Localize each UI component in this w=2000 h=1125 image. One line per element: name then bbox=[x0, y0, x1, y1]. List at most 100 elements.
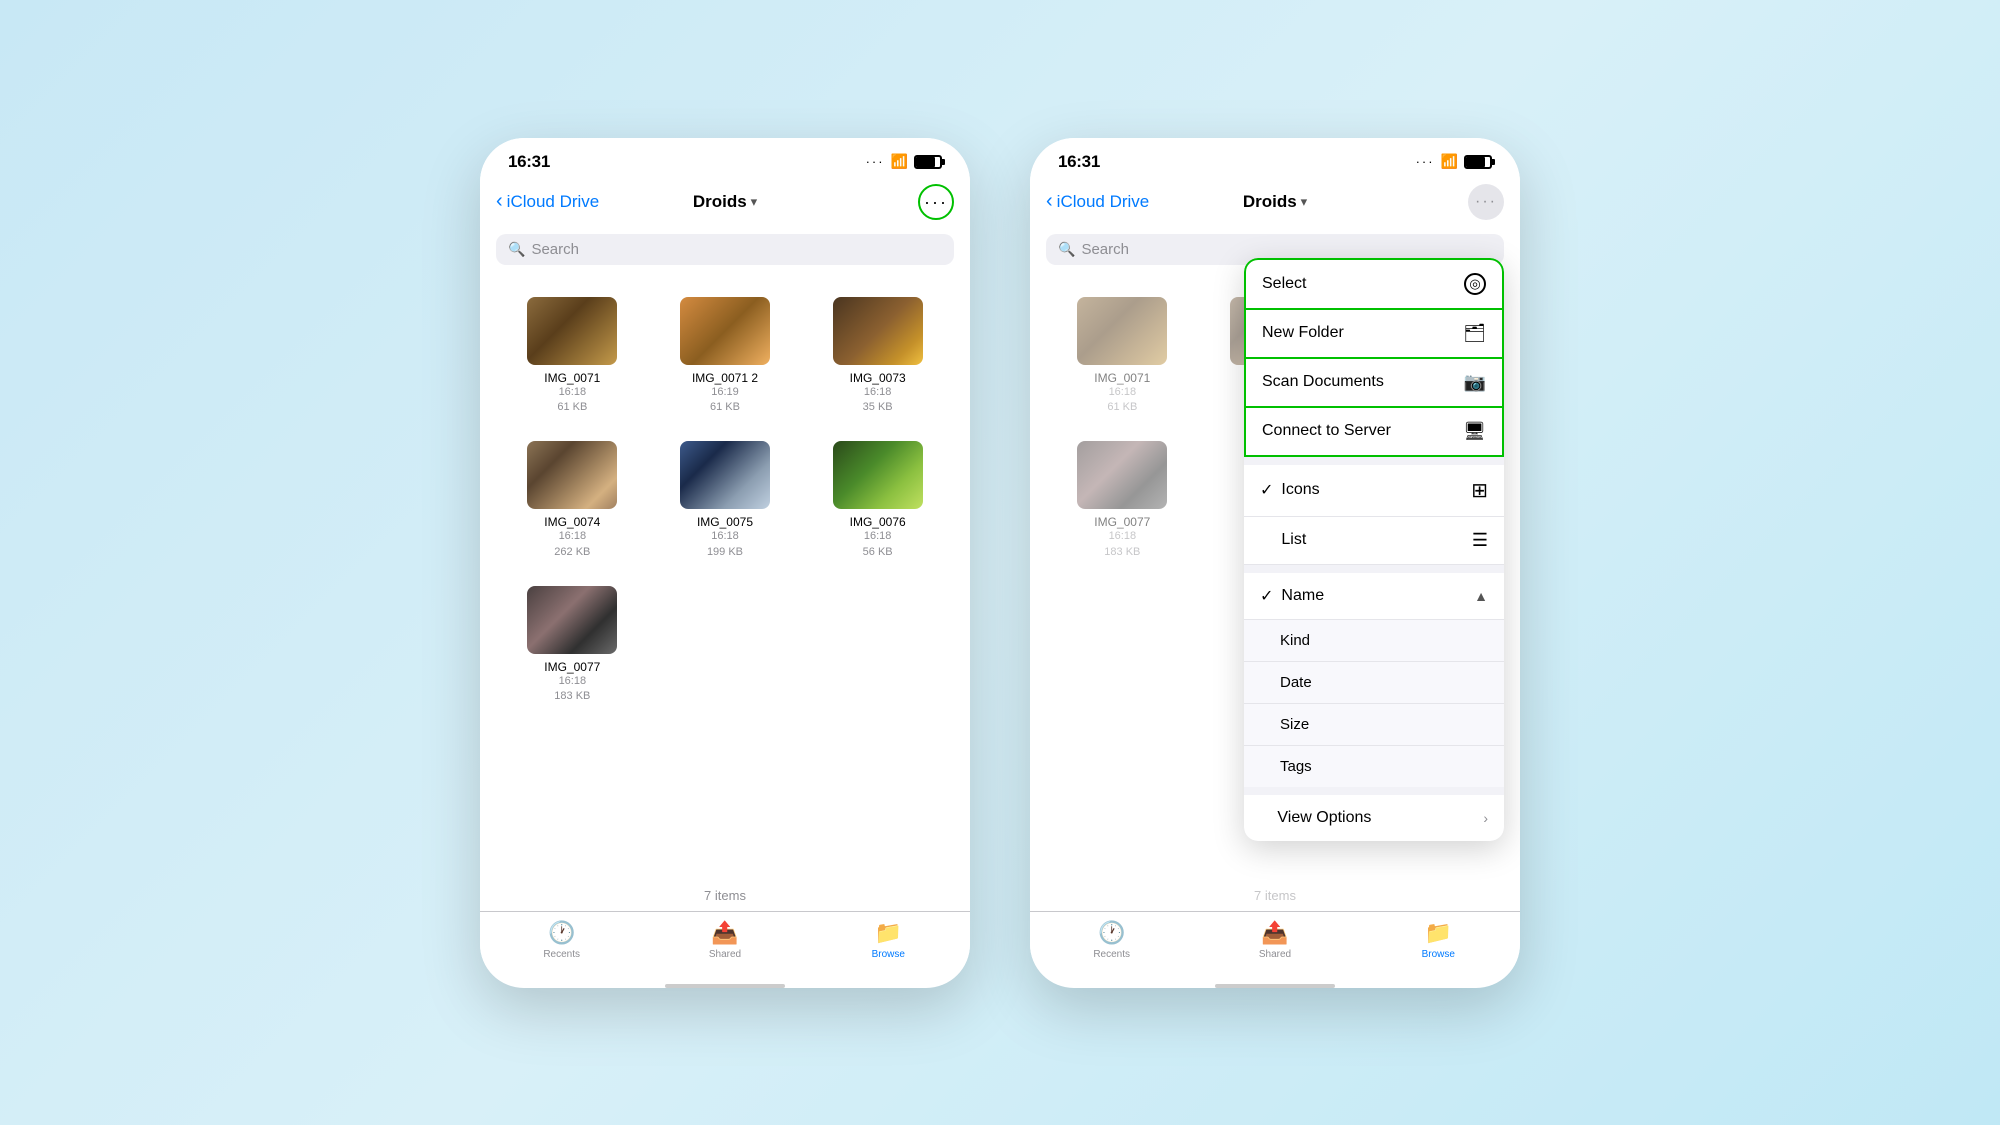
items-count-right: 7 items bbox=[1030, 880, 1520, 911]
menu-separator-1 bbox=[1244, 457, 1504, 465]
menu-item-new-folder[interactable]: New Folder 🗂 bbox=[1244, 310, 1504, 359]
list-item[interactable]: IMG_0071 16:1861 KB bbox=[496, 287, 649, 432]
file-meta: 16:18183 KB bbox=[554, 674, 590, 705]
search-icon-left: 🔍 bbox=[508, 241, 525, 258]
nav-title-right: Droids ▾ bbox=[1243, 192, 1307, 212]
menu-item-sort-size[interactable]: Size bbox=[1244, 704, 1504, 746]
tab-shared-right[interactable]: 📤 Shared bbox=[1235, 920, 1315, 960]
select-label: Select bbox=[1262, 275, 1306, 293]
connect-server-icon: 🖥 bbox=[1463, 421, 1486, 442]
menu-item-sort-date[interactable]: Date bbox=[1244, 662, 1504, 704]
sort-name-check: ✓ bbox=[1260, 586, 1273, 606]
status-time-left: 16:31 bbox=[508, 152, 550, 172]
file-name: IMG_0071 2 bbox=[692, 371, 758, 385]
file-meta: 16:1961 KB bbox=[710, 385, 740, 416]
back-label-right: iCloud Drive bbox=[1057, 192, 1150, 212]
file-name: IMG_0076 bbox=[850, 515, 906, 529]
file-name: IMG_0077 bbox=[544, 660, 600, 674]
file-name: IMG_0071 bbox=[1094, 371, 1150, 385]
list-item[interactable]: IMG_0077 16:18183 KB bbox=[496, 576, 649, 721]
tab-browse-left[interactable]: 📁 Browse bbox=[848, 920, 928, 960]
menu-separator-2 bbox=[1244, 565, 1504, 573]
list-item[interactable]: IMG_0076 16:1856 KB bbox=[801, 431, 954, 576]
file-meta: 16:18199 KB bbox=[707, 529, 743, 560]
icons-label: Icons bbox=[1281, 481, 1319, 499]
file-meta: 16:18183 KB bbox=[1104, 529, 1140, 560]
search-placeholder-right: Search bbox=[1081, 241, 1129, 258]
menu-item-sort-tags[interactable]: Tags bbox=[1244, 746, 1504, 787]
status-icons-left: ··· 📶 bbox=[866, 153, 942, 170]
menu-item-scan-documents[interactable]: Scan Documents 📷 bbox=[1244, 359, 1504, 408]
back-chevron-right: ‹ bbox=[1046, 190, 1053, 213]
back-button-left[interactable]: ‹ iCloud Drive bbox=[496, 190, 599, 213]
file-name: IMG_0073 bbox=[850, 371, 906, 385]
signal-dots-left: ··· bbox=[866, 154, 885, 169]
status-time-right: 16:31 bbox=[1058, 152, 1100, 172]
tab-label-shared-right: Shared bbox=[1259, 949, 1291, 960]
menu-item-connect-server[interactable]: Connect to Server 🖥 bbox=[1244, 408, 1504, 457]
file-meta: 16:18262 KB bbox=[554, 529, 590, 560]
title-chevron-right: ▾ bbox=[1301, 194, 1308, 210]
tab-recents-right[interactable]: 🕐 Recents bbox=[1072, 920, 1152, 960]
nav-actions-left: ··· bbox=[918, 184, 954, 220]
file-thumbnail bbox=[833, 441, 923, 509]
right-phone: 16:31 ··· 📶 ‹ iCloud Drive Droids ▾ ··· … bbox=[1030, 138, 1520, 988]
more-options-button-left[interactable]: ··· bbox=[918, 184, 954, 220]
shared-icon-right: 📤 bbox=[1261, 920, 1288, 946]
file-name: IMG_0077 bbox=[1094, 515, 1150, 529]
tab-recents-left[interactable]: 🕐 Recents bbox=[522, 920, 602, 960]
menu-item-sort-kind[interactable]: Kind bbox=[1244, 620, 1504, 662]
tab-shared-left[interactable]: 📤 Shared bbox=[685, 920, 765, 960]
list-icon: ☰ bbox=[1472, 530, 1488, 551]
battery-fill-right bbox=[1466, 157, 1485, 167]
sort-name-label: Name bbox=[1281, 587, 1324, 605]
menu-item-list[interactable]: ✓ List ☰ bbox=[1244, 517, 1504, 565]
battery-icon-right bbox=[1464, 155, 1492, 169]
wifi-icon-left: 📶 bbox=[891, 153, 908, 170]
list-item[interactable]: IMG_0073 16:1835 KB bbox=[801, 287, 954, 432]
icons-item-left: ✓ Icons bbox=[1260, 480, 1320, 500]
nav-bar-left: ‹ iCloud Drive Droids ▾ ··· bbox=[480, 180, 970, 228]
status-bar-left: 16:31 ··· 📶 bbox=[480, 138, 970, 180]
menu-item-select[interactable]: Select ◎ bbox=[1244, 258, 1504, 310]
title-chevron-left: ▾ bbox=[751, 194, 758, 210]
recents-icon-left: 🕐 bbox=[548, 920, 575, 946]
menu-item-view-options[interactable]: ✓ View Options › bbox=[1244, 795, 1504, 841]
tab-bar-right: 🕐 Recents 📤 Shared 📁 Browse bbox=[1030, 911, 1520, 980]
battery-fill-left bbox=[916, 157, 935, 167]
file-thumbnail bbox=[680, 441, 770, 509]
icons-icon: ⊞ bbox=[1471, 478, 1488, 503]
home-indicator-left bbox=[665, 984, 785, 988]
nav-actions-right: ··· bbox=[1468, 184, 1504, 220]
sort-name-chevron: ▲ bbox=[1474, 588, 1488, 604]
file-thumbnail bbox=[527, 297, 617, 365]
list-item[interactable]: IMG_0075 16:18199 KB bbox=[649, 431, 802, 576]
file-grid-left: IMG_0071 16:1861 KB IMG_0071 2 16:1961 K… bbox=[480, 277, 970, 880]
icons-check: ✓ bbox=[1260, 480, 1273, 500]
list-item[interactable]: IMG_0071 2 16:1961 KB bbox=[649, 287, 802, 432]
select-icon: ◎ bbox=[1464, 273, 1486, 295]
nav-bar-right: ‹ iCloud Drive Droids ▾ ··· bbox=[1030, 180, 1520, 228]
list-label: List bbox=[1281, 531, 1306, 549]
list-item[interactable]: IMG_0074 16:18262 KB bbox=[496, 431, 649, 576]
file-name: IMG_0074 bbox=[544, 515, 600, 529]
home-indicator-right bbox=[1215, 984, 1335, 988]
file-thumbnail bbox=[833, 297, 923, 365]
back-button-right[interactable]: ‹ iCloud Drive bbox=[1046, 190, 1149, 213]
tab-browse-right[interactable]: 📁 Browse bbox=[1398, 920, 1478, 960]
scan-documents-icon: 📷 bbox=[1464, 372, 1486, 393]
file-meta: 16:1856 KB bbox=[863, 529, 893, 560]
view-options-chevron: › bbox=[1483, 810, 1488, 826]
file-thumbnail bbox=[527, 441, 617, 509]
ellipsis-icon-left: ··· bbox=[924, 193, 948, 211]
file-meta: 16:1861 KB bbox=[557, 385, 587, 416]
menu-separator-3 bbox=[1244, 787, 1504, 795]
menu-item-sort-name[interactable]: ✓ Name ▲ bbox=[1244, 573, 1504, 620]
signal-dots-right: ··· bbox=[1416, 154, 1435, 169]
search-placeholder-left: Search bbox=[531, 241, 579, 258]
menu-item-icons[interactable]: ✓ Icons ⊞ bbox=[1244, 465, 1504, 517]
more-options-button-right[interactable]: ··· bbox=[1468, 184, 1504, 220]
search-bar-left[interactable]: 🔍 Search bbox=[496, 234, 954, 265]
sort-name-left: ✓ Name bbox=[1260, 586, 1324, 606]
dropdown-menu: Select ◎ New Folder 🗂 Scan Documents 📷 C… bbox=[1244, 258, 1504, 841]
